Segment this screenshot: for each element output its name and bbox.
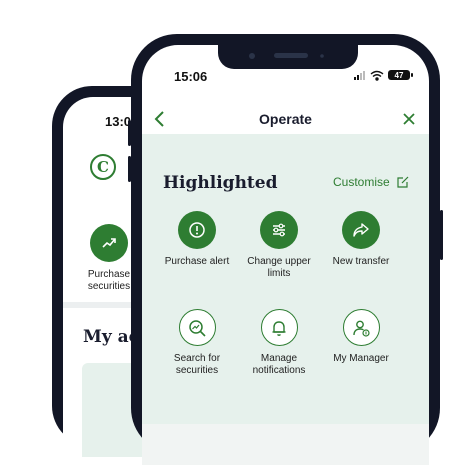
alert-icon <box>178 211 216 249</box>
front-phone: 15:06 47 Operate Highlighted Customise P… <box>131 34 440 465</box>
status-time: 15:06 <box>174 69 208 84</box>
highlighted-title: Highlighted <box>163 173 278 193</box>
battery-icon: 47 <box>388 70 413 80</box>
panel-footer <box>142 424 429 465</box>
power-button <box>440 210 443 260</box>
customise-label: Customise <box>333 175 390 189</box>
bell-icon <box>260 309 298 346</box>
change-upper-limits-button[interactable]: Change upper limits <box>237 211 321 280</box>
manage-notifications-label: Manage notifications <box>252 353 306 376</box>
purchase-securities-label: Purchase securities <box>87 269 131 292</box>
purchase-alert-button[interactable]: Purchase alert <box>155 211 239 268</box>
search-for-securities-label: Search for securities <box>173 353 221 376</box>
customise-button[interactable]: Customise <box>333 175 409 189</box>
battery-level: 47 <box>395 71 404 80</box>
notch <box>218 45 358 69</box>
close-icon[interactable] <box>399 109 419 129</box>
purchase-alert-label: Purchase alert <box>164 256 230 267</box>
highlighted-panel: Highlighted Customise Purchase alert Cha… <box>142 134 429 424</box>
logo-icon: C <box>90 154 116 180</box>
front-phone-screen: 15:06 47 Operate Highlighted Customise P… <box>142 45 429 465</box>
purchase-securities-button[interactable]: Purchase securities <box>81 224 137 293</box>
page-title: Operate <box>259 111 312 127</box>
wifi-icon <box>370 70 384 81</box>
trend-up-icon <box>90 224 128 262</box>
sliders-icon <box>260 211 298 249</box>
status-icons: 47 <box>354 70 413 81</box>
my-manager-label: My Manager <box>333 353 389 364</box>
share-arrow-icon <box>342 211 380 249</box>
my-manager-button[interactable]: My Manager <box>319 309 403 365</box>
change-upper-limits-label: Change upper limits <box>247 256 311 279</box>
manage-notifications-button[interactable]: Manage notifications <box>237 309 321 377</box>
manager-icon <box>342 309 380 346</box>
edit-icon <box>397 176 409 188</box>
signal-icon <box>354 71 365 80</box>
new-transfer-button[interactable]: New transfer <box>319 211 403 268</box>
search-for-securities-button[interactable]: Search for securities <box>155 309 239 377</box>
search-chart-icon <box>178 309 216 346</box>
new-transfer-label: New transfer <box>332 256 390 267</box>
